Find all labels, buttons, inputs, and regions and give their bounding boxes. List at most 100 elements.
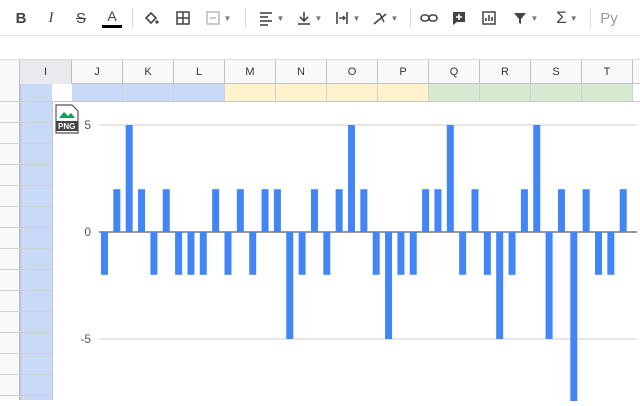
filter-icon	[513, 13, 526, 24]
text-color-button[interactable]: A	[100, 6, 124, 30]
cell-t[interactable]	[582, 84, 633, 101]
chart-bar	[138, 189, 146, 232]
italic-button[interactable]: I	[40, 6, 62, 30]
grid-row-line	[0, 122, 52, 123]
cell-l[interactable]	[174, 84, 225, 101]
filter-button[interactable]: ▼	[508, 6, 542, 30]
fill-color-button[interactable]	[140, 6, 162, 30]
chart-bar	[471, 189, 479, 232]
column-header-q[interactable]: Q	[429, 60, 480, 84]
text-wrapping-button[interactable]: ▼	[330, 6, 364, 30]
separator	[410, 8, 411, 28]
chart-bar	[520, 189, 528, 232]
grid-row-line	[0, 353, 52, 354]
chart-bar	[310, 189, 318, 232]
separator	[245, 8, 246, 28]
wrap-icon	[335, 12, 348, 24]
chart-bar	[372, 232, 380, 275]
insert-chart-button[interactable]	[478, 6, 500, 30]
y-tick-label: 5	[84, 118, 91, 132]
cell-s[interactable]	[531, 84, 582, 101]
borders-button[interactable]	[172, 6, 194, 30]
grid-row-line	[0, 206, 52, 207]
chart-bar	[422, 189, 430, 232]
cell-r[interactable]	[480, 84, 531, 101]
chart-bar	[446, 125, 454, 232]
input-tools-button[interactable]: Ру	[596, 6, 622, 30]
merge-icon	[205, 11, 220, 25]
separator	[590, 8, 591, 28]
chart-bar	[619, 189, 627, 232]
column-header-i[interactable]: I	[20, 60, 72, 84]
chart-bar	[508, 232, 516, 275]
vertical-align-button[interactable]: ▼	[292, 6, 326, 30]
chart-icon	[482, 11, 496, 25]
chevron-down-icon: ▼	[276, 13, 285, 23]
borders-icon	[176, 11, 190, 25]
link-icon	[420, 14, 438, 22]
cell-j[interactable]	[72, 84, 123, 101]
grid-row-line	[0, 395, 52, 396]
grid-row-line	[0, 248, 52, 249]
bold-button[interactable]: B	[10, 6, 32, 30]
chart-bar	[298, 232, 306, 275]
column-header-n[interactable]: N	[276, 60, 327, 84]
column-header-t[interactable]: T	[582, 60, 633, 84]
text-rotation-button[interactable]: ▼	[368, 6, 402, 30]
grid-row-line	[0, 185, 52, 186]
chart-bar	[335, 189, 343, 232]
png-file-badge[interactable]: PNG	[55, 104, 79, 134]
chart-bar	[125, 125, 133, 232]
grid-row-line	[0, 290, 52, 291]
chevron-down-icon: ▼	[223, 13, 232, 23]
chart-bar	[236, 189, 244, 232]
merge-cells-button[interactable]: ▼	[200, 6, 236, 30]
strikethrough-button[interactable]: S	[70, 6, 92, 30]
cell-o[interactable]	[327, 84, 378, 101]
chevron-down-icon: ▼	[390, 13, 399, 23]
column-header-r[interactable]: R	[480, 60, 531, 84]
grid-row-line	[0, 143, 52, 144]
cell-n[interactable]	[276, 84, 327, 101]
insert-comment-button[interactable]	[448, 6, 470, 30]
chart-bar	[459, 232, 467, 275]
horizontal-align-button[interactable]: ▼	[254, 6, 288, 30]
column-header-o[interactable]: O	[327, 60, 378, 84]
column-header-j[interactable]: J	[72, 60, 123, 84]
cell-q[interactable]	[429, 84, 480, 101]
chevron-down-icon: ▼	[530, 13, 539, 23]
chart-bar	[224, 232, 232, 275]
header-row-cells	[0, 84, 640, 101]
functions-button[interactable]: Σ ▼	[550, 6, 584, 30]
select-all-corner[interactable]	[0, 60, 20, 84]
chart-bar	[557, 189, 565, 232]
grid-row-line	[0, 374, 52, 375]
column-header-p[interactable]: P	[378, 60, 429, 84]
paint-bucket-icon	[144, 11, 159, 25]
comment-plus-icon	[453, 12, 465, 25]
toolbar: B I S A ▼ ▼ ▼ ▼ ▼ ▼ Σ ▼ Ру	[0, 0, 640, 36]
grid-row-line	[0, 164, 52, 165]
column-header-l[interactable]: L	[174, 60, 225, 84]
column-header-s[interactable]: S	[531, 60, 582, 84]
input-tools-label: Ру	[600, 9, 618, 27]
column-header-k[interactable]: K	[123, 60, 174, 84]
chart-bar	[533, 125, 541, 232]
grid-row-line	[0, 311, 52, 312]
insert-link-button[interactable]	[418, 6, 440, 30]
chart-object[interactable]: 5 0 -5	[52, 101, 640, 404]
chart-bar	[348, 125, 355, 232]
cell-p[interactable]	[378, 84, 429, 101]
chevron-down-icon: ▼	[314, 13, 323, 23]
chart-bar	[273, 189, 281, 232]
chevron-down-icon: ▼	[352, 13, 361, 23]
chart-bar	[360, 189, 368, 232]
formula-bar[interactable]	[0, 36, 640, 60]
cell-m[interactable]	[225, 84, 276, 101]
chart-bar	[101, 232, 108, 275]
chart-bar	[162, 189, 170, 232]
grid-row-line	[0, 269, 52, 270]
column-header-m[interactable]: M	[225, 60, 276, 84]
cell-k[interactable]	[123, 84, 174, 101]
chevron-down-icon: ▼	[569, 13, 578, 23]
